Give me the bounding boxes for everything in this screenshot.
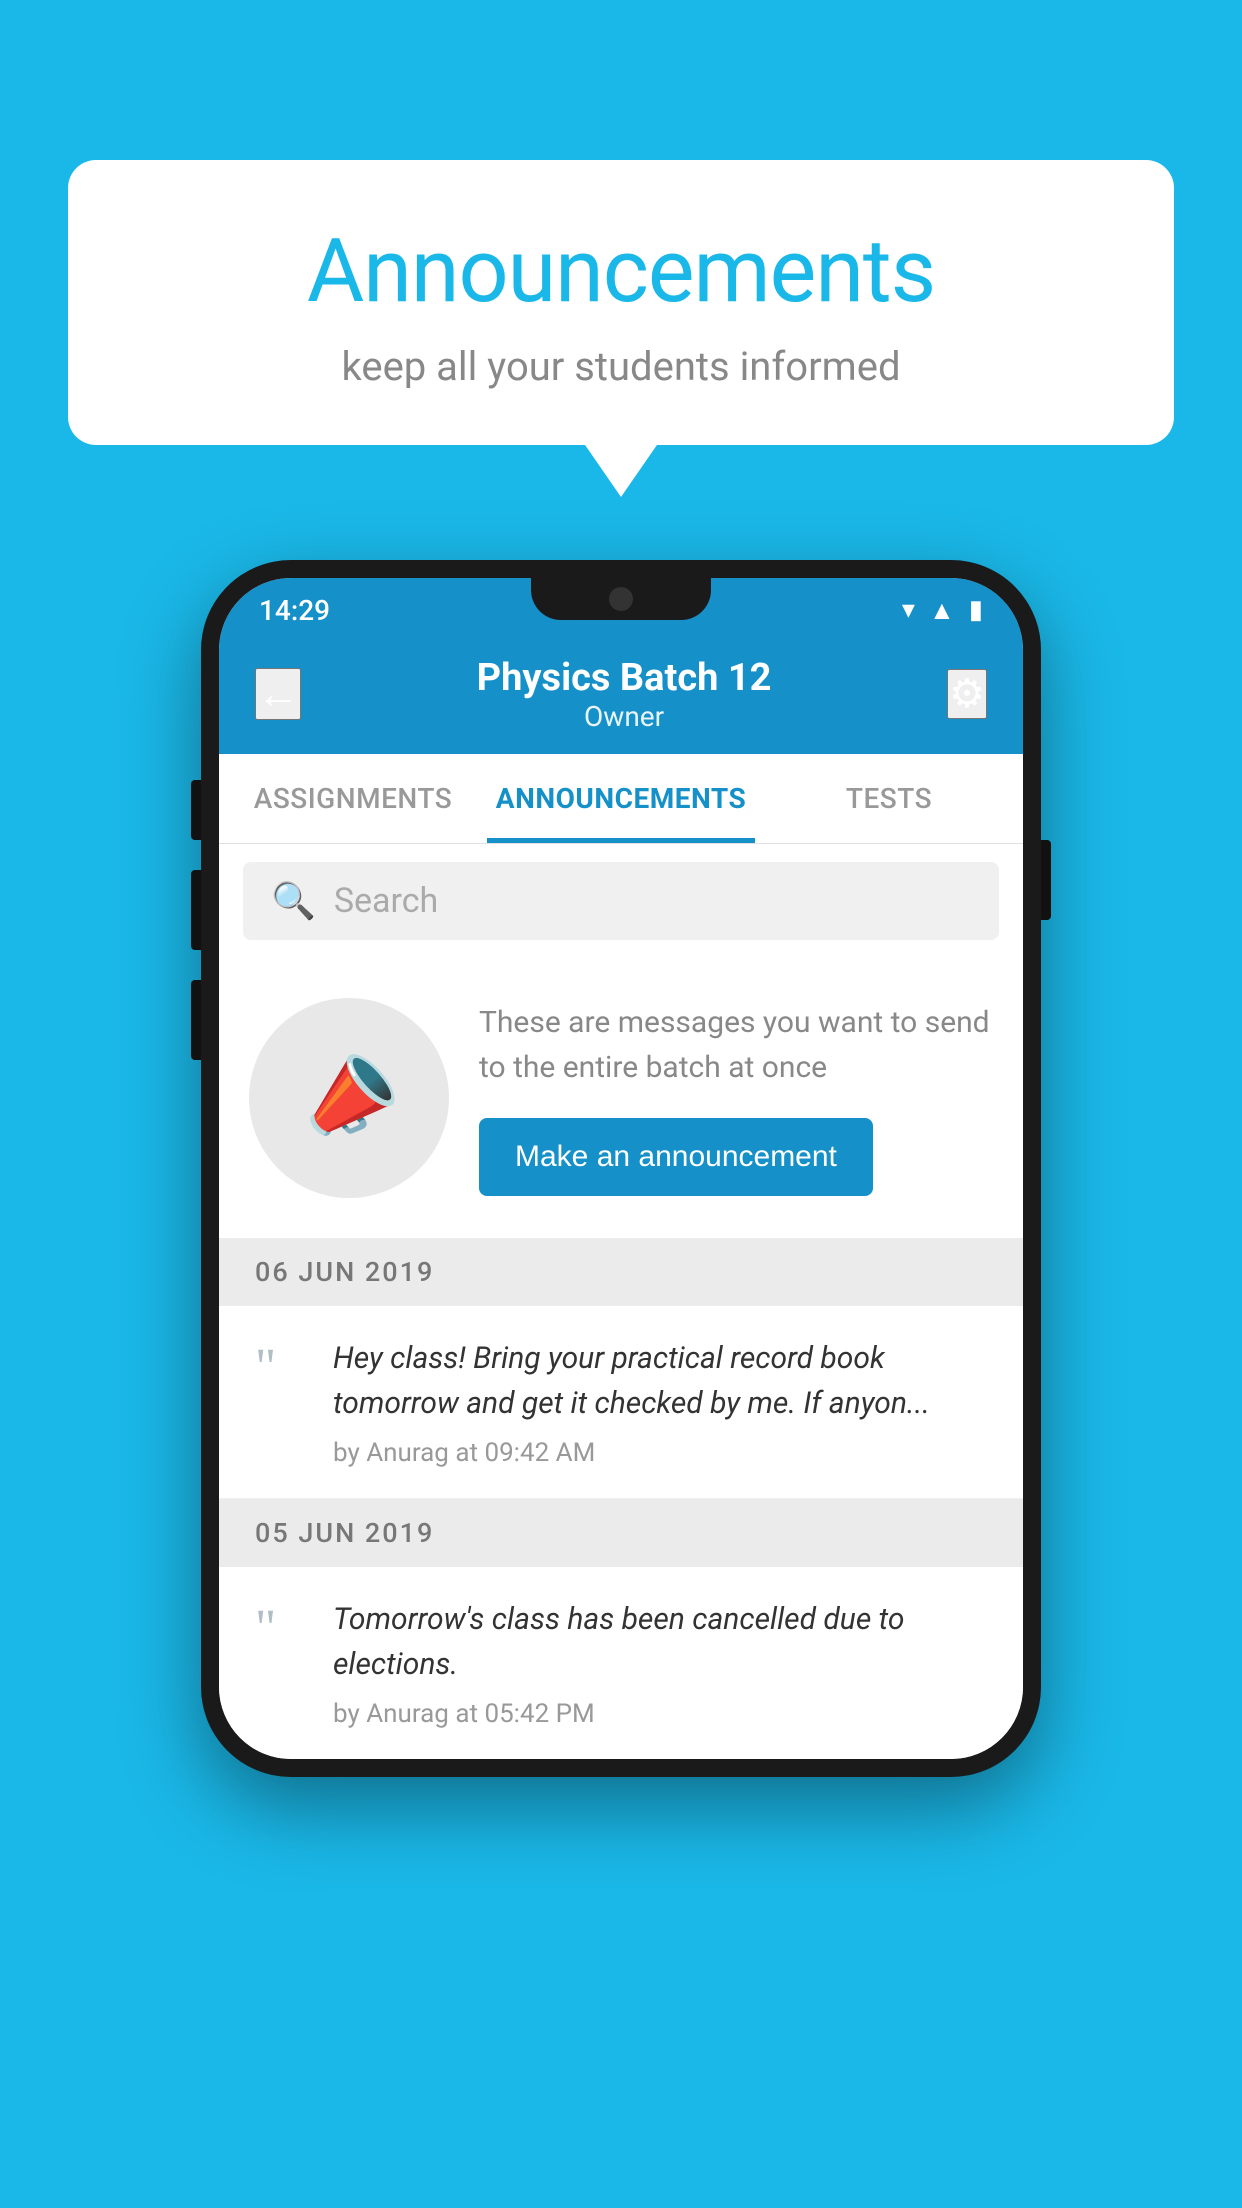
- settings-button[interactable]: ⚙: [947, 669, 987, 719]
- phone-notch: [531, 578, 711, 620]
- make-announcement-button[interactable]: Make an announcement: [479, 1118, 873, 1196]
- search-bar[interactable]: 🔍 Search: [243, 862, 999, 940]
- phone-mockup: 14:29 ▾ ▲ ▮ ← Physics Batch 12 Owner ⚙: [201, 560, 1041, 1777]
- search-icon: 🔍: [271, 880, 316, 922]
- announcement-text-2: Tomorrow's class has been cancelled due …: [333, 1597, 987, 1687]
- announcement-meta-1: by Anurag at 09:42 AM: [333, 1438, 987, 1468]
- promo-content: These are messages you want to send to t…: [479, 1000, 993, 1196]
- status-icons: ▾ ▲ ▮: [902, 595, 983, 626]
- promo-text: These are messages you want to send to t…: [479, 1000, 993, 1090]
- announcement-content-1: Hey class! Bring your practical record b…: [333, 1336, 987, 1468]
- tabs-bar: ASSIGNMENTS ANNOUNCEMENTS TESTS: [219, 754, 1023, 844]
- phone-screen: 14:29 ▾ ▲ ▮ ← Physics Batch 12 Owner ⚙: [219, 578, 1023, 1759]
- announcement-content-2: Tomorrow's class has been cancelled due …: [333, 1597, 987, 1729]
- phone-btn-left-1: [191, 780, 201, 840]
- announcement-item-1[interactable]: " Hey class! Bring your practical record…: [219, 1306, 1023, 1499]
- tab-assignments[interactable]: ASSIGNMENTS: [219, 754, 487, 843]
- announcement-text-1: Hey class! Bring your practical record b…: [333, 1336, 987, 1426]
- promo-icon-circle: 📣: [249, 998, 449, 1198]
- tab-tests[interactable]: TESTS: [755, 754, 1023, 843]
- phone-btn-left-2: [191, 870, 201, 950]
- wifi-icon: ▾: [902, 595, 915, 625]
- header-title-group: Physics Batch 12 Owner: [477, 656, 772, 733]
- app-header: ← Physics Batch 12 Owner ⚙: [219, 634, 1023, 754]
- megaphone-icon: 📣: [286, 1037, 412, 1159]
- date-divider-1: 06 JUN 2019: [219, 1238, 1023, 1306]
- status-time: 14:29: [259, 594, 330, 627]
- back-button[interactable]: ←: [255, 668, 301, 720]
- speech-bubble-container: Announcements keep all your students inf…: [68, 160, 1174, 445]
- owner-subtitle: Owner: [477, 700, 772, 733]
- phone-outer: 14:29 ▾ ▲ ▮ ← Physics Batch 12 Owner ⚙: [201, 560, 1041, 1777]
- search-container: 🔍 Search: [219, 844, 1023, 958]
- speech-bubble-subtitle: keep all your students informed: [118, 343, 1124, 390]
- phone-btn-left-3: [191, 980, 201, 1060]
- announcement-item-2[interactable]: " Tomorrow's class has been cancelled du…: [219, 1567, 1023, 1759]
- phone-btn-right: [1041, 840, 1051, 920]
- battery-icon: ▮: [969, 595, 983, 625]
- quote-icon-2: ": [255, 1603, 305, 1655]
- promo-section: 📣 These are messages you want to send to…: [219, 958, 1023, 1238]
- phone-camera: [609, 587, 633, 611]
- batch-title: Physics Batch 12: [477, 656, 772, 700]
- tab-announcements[interactable]: ANNOUNCEMENTS: [487, 754, 755, 843]
- announcement-meta-2: by Anurag at 05:42 PM: [333, 1699, 987, 1729]
- speech-bubble-title: Announcements: [118, 220, 1124, 323]
- signal-icon: ▲: [929, 595, 955, 626]
- search-placeholder: Search: [334, 881, 438, 921]
- speech-bubble: Announcements keep all your students inf…: [68, 160, 1174, 445]
- quote-icon-1: ": [255, 1342, 305, 1394]
- date-divider-2: 05 JUN 2019: [219, 1499, 1023, 1567]
